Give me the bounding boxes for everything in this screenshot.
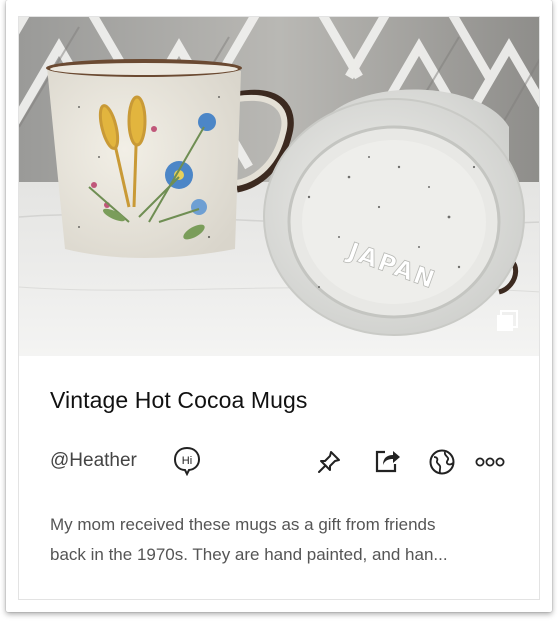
post-photo[interactable]: JAPAN [19,17,540,356]
description-line-1: My mom received these mugs as a gift fro… [50,515,436,534]
hi-chat-icon[interactable]: Hi [172,446,202,476]
description-line-2: back in the 1970s. They are hand painted… [50,545,448,564]
more-icon[interactable] [475,456,505,468]
pin-icon[interactable] [316,449,342,475]
post-card[interactable]: JAPAN Vintage Hot Cocoa Mugs @Heather Hi [6,0,552,612]
gallery-icon [497,310,518,331]
post-description: My mom received these mugs as a gift fro… [50,510,520,570]
share-icon[interactable] [373,447,401,475]
post-card-inner: JAPAN Vintage Hot Cocoa Mugs @Heather Hi [18,16,540,600]
post-title[interactable]: Vintage Hot Cocoa Mugs [50,387,307,414]
globe-icon[interactable] [428,448,456,476]
hi-badge-text: Hi [182,455,192,467]
author-link[interactable]: @Heather [50,450,137,472]
